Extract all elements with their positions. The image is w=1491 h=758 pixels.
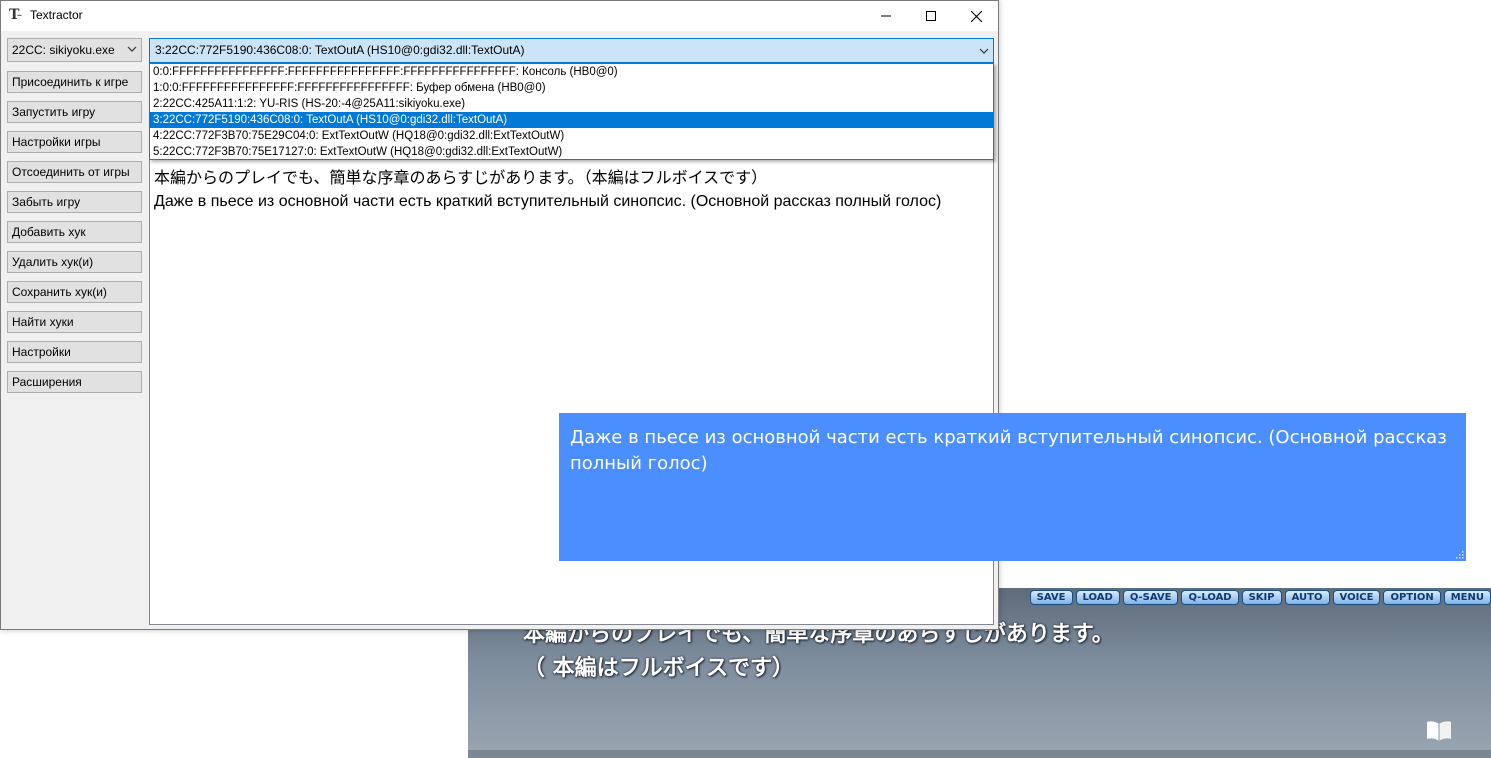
hook-option[interactable]: 3:22CC:772F5190:436C08:0: TextOutA (HS10… [150, 112, 993, 128]
game-settings-button[interactable]: Настройки игры [7, 131, 142, 153]
chevron-down-icon [979, 48, 989, 54]
forget-game-button[interactable]: Забыть игру [7, 191, 142, 213]
text-output-jp: 本編からのプレイでも、簡単な序章のあらすじがあります。（本編はフルボイスです） [154, 170, 768, 187]
attach-game-button[interactable]: Присоединить к игре [7, 71, 142, 93]
game-load-button[interactable]: LOAD [1075, 590, 1120, 605]
game-qsave-button[interactable]: Q-SAVE [1122, 590, 1179, 605]
game-qload-button[interactable]: Q-LOAD [1181, 590, 1239, 605]
game-save-button[interactable]: SAVE [1029, 590, 1073, 605]
game-skip-button[interactable]: SKIP [1241, 590, 1282, 605]
process-select-value: 22CC: sikiyoku.exe [12, 43, 115, 57]
title-bar[interactable]: T – Textractor [1, 1, 998, 31]
game-auto-button[interactable]: AUTO [1284, 590, 1330, 605]
game-menu-bar: SAVE LOAD Q-SAVE Q-LOAD SKIP AUTO VOICE … [1029, 590, 1491, 605]
close-icon [970, 10, 982, 22]
extensions-button[interactable]: Расширения [7, 371, 142, 393]
save-hooks-button[interactable]: Сохранить хук(и) [7, 281, 142, 303]
hook-option[interactable]: 4:22CC:772F3B70:75E29C04:0: ExtTextOutW … [150, 128, 993, 144]
hook-select[interactable]: 3:22CC:772F5190:436C08:0: TextOutA (HS10… [149, 38, 994, 63]
text-output: 本編からのプレイでも、簡単な序章のあらすじがあります。（本編はフルボイスです） … [154, 167, 953, 213]
maximize-icon [926, 11, 936, 21]
process-select[interactable]: 22CC: sikiyoku.exe [7, 38, 142, 62]
textractor-icon: T – [9, 7, 22, 23]
hook-select-value: 3:22CC:772F5190:436C08:0: TextOutA (HS10… [155, 43, 525, 57]
add-hook-button[interactable]: Добавить хук [7, 221, 142, 243]
hook-option[interactable]: 2:22CC:425A11:1:2: YU-RIS (HS-20:-4@25A1… [150, 96, 993, 112]
hook-option[interactable]: 0:0:FFFFFFFFFFFFFFFF:FFFFFFFFFFFFFFFF:FF… [150, 64, 993, 80]
text-output-ru: Даже в пьесе из основной части есть крат… [154, 193, 942, 210]
hook-dropdown-list: 0:0:FFFFFFFFFFFFFFFF:FFFFFFFFFFFFFFFF:FF… [149, 63, 994, 160]
minimize-button[interactable] [863, 1, 909, 31]
settings-button[interactable]: Настройки [7, 341, 142, 363]
hook-option[interactable]: 5:22CC:772F3B70:75E17127:0: ExtTextOutW … [150, 144, 993, 160]
detach-game-button[interactable]: Отсоединить от игры [7, 161, 142, 183]
game-footer [468, 750, 1491, 758]
hook-option[interactable]: 1:0:0:FFFFFFFFFFFFFFFF:FFFFFFFFFFFFFFFF:… [150, 80, 993, 96]
close-button[interactable] [953, 1, 999, 31]
window-title: Textractor [30, 8, 83, 22]
game-menu-button[interactable]: MENU [1443, 590, 1491, 605]
book-icon[interactable] [1426, 720, 1452, 742]
maximize-button[interactable] [908, 1, 954, 31]
chevron-down-icon [127, 46, 137, 52]
game-dialogue-line-2: （ 本編はフルボイスです） [523, 656, 795, 681]
launch-game-button[interactable]: Запустить игру [7, 101, 142, 123]
resize-grip-icon[interactable] [1454, 549, 1464, 559]
minimize-icon [881, 15, 891, 17]
find-hooks-button[interactable]: Найти хуки [7, 311, 142, 333]
game-option-button[interactable]: OPTION [1383, 590, 1441, 605]
game-voice-button[interactable]: VOICE [1332, 590, 1381, 605]
remove-hooks-button[interactable]: Удалить хук(и) [7, 251, 142, 273]
translation-overlay[interactable]: Даже в пьесе из основной части есть крат… [559, 413, 1466, 561]
translation-text: Даже в пьесе из основной части есть крат… [570, 427, 1447, 474]
